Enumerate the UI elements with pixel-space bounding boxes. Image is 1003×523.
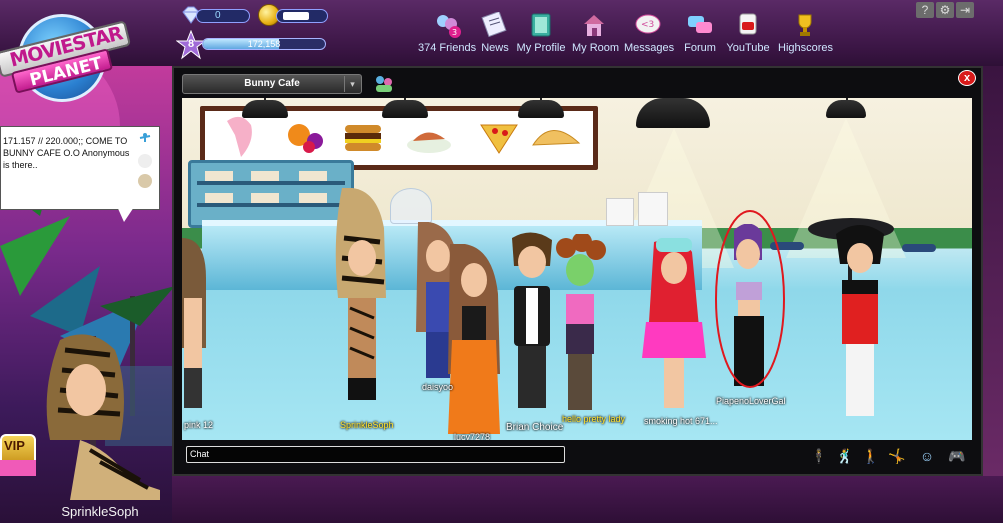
ceiling-lamp-large — [636, 98, 710, 128]
room-close-button[interactable]: x — [958, 70, 976, 86]
action-stand-icon[interactable]: 🕴 — [810, 446, 828, 466]
action-wave-icon[interactable]: 🤸 — [888, 446, 906, 466]
vip-ribbon — [0, 460, 36, 476]
youtube-icon — [734, 12, 762, 38]
nav-forum[interactable]: Forum — [680, 12, 720, 58]
character-name: hello pretty lady — [562, 414, 626, 424]
house-icon — [580, 12, 608, 38]
room-title: Bunny Cafe — [244, 78, 300, 89]
bottom-strip — [172, 476, 1003, 523]
action-emote-icon[interactable]: ☺ — [916, 446, 938, 466]
bunny-cafe-scene[interactable]: pink 12 SprinkleSoph daisyoo lucy7278 Br… — [182, 98, 972, 440]
help-button[interactable]: ? — [916, 2, 934, 18]
svg-text:3: 3 — [452, 28, 457, 37]
character-emo-boy[interactable] — [832, 224, 888, 424]
right-background-scene — [983, 66, 1003, 476]
player-avatar[interactable] — [20, 330, 170, 500]
character-name: lucy7278 — [454, 432, 491, 440]
chat-input[interactable]: Chat — [186, 446, 565, 463]
starcoins-hidden-value — [283, 12, 309, 20]
room-dropdown-button[interactable]: ▾ — [344, 76, 360, 92]
exit-button[interactable]: ⇥ — [956, 2, 974, 18]
nav-messages[interactable]: <3 Messages — [624, 12, 675, 58]
plate-stack — [638, 192, 668, 226]
messages-icon: <3 — [634, 12, 662, 38]
nav-news-label: News — [481, 42, 509, 54]
moviestar-planet-logo[interactable]: MOVIESTAR PLANET — [0, 8, 135, 104]
highlight-circle — [715, 210, 785, 388]
speech-bubble-tail — [116, 204, 136, 222]
player-name: SprinkleSoph — [61, 504, 139, 519]
character-hello-pretty-lady[interactable] — [552, 234, 606, 414]
nav-friends[interactable]: 3 374 Friends — [418, 12, 476, 58]
fame-progress-text: 172,158 — [247, 39, 281, 49]
settings-button[interactable]: ⚙ — [936, 2, 954, 18]
starcoins-counter — [276, 9, 328, 23]
face-icon[interactable] — [138, 154, 152, 168]
ceiling-lamp — [382, 100, 428, 118]
nav-messages-label: Messages — [624, 42, 675, 54]
speech-bubble: 171.157 // 220.000;; COME TO BUNNY CAFE … — [0, 126, 160, 210]
nav-my-room-label: My Room — [572, 42, 620, 54]
nav-youtube[interactable]: YouTube — [726, 12, 770, 58]
ceiling-lamp — [518, 100, 564, 118]
dance-icon[interactable] — [138, 132, 152, 146]
nav-forum-label: Forum — [684, 42, 716, 54]
character-name: PiapenoLoverGal — [716, 396, 786, 406]
nav-news[interactable]: News — [480, 12, 510, 58]
chat-placeholder: Chat — [190, 449, 210, 459]
friends-icon: 3 — [433, 12, 461, 38]
action-game-icon[interactable]: 🎮 — [946, 446, 968, 466]
character-name: pink 12 — [184, 420, 214, 430]
cake-dome — [390, 188, 432, 224]
action-dance-icon[interactable]: 🕺 — [836, 446, 854, 466]
ceiling-lamp — [826, 100, 866, 118]
nav-my-room[interactable]: My Room — [572, 12, 620, 58]
nav-youtube-label: YouTube — [726, 42, 770, 54]
profile-icon — [527, 12, 555, 38]
svg-text:<3: <3 — [641, 20, 654, 30]
pastry-display-case — [188, 160, 354, 228]
action-pose-icon[interactable]: 🚶 — [862, 446, 880, 466]
news-icon — [481, 12, 509, 38]
plate-stack — [606, 198, 634, 226]
speech-bubble-text: 171.157 // 220.000;; COME TO BUNNY CAFE … — [3, 136, 130, 170]
forum-icon — [686, 12, 714, 38]
nav-my-profile[interactable]: My Profile — [516, 12, 566, 58]
character-name: Brian Choice — [506, 422, 564, 433]
room-selector[interactable]: Bunny Cafe — [182, 74, 362, 94]
character-pink12[interactable] — [182, 238, 212, 418]
character-smoking-hot[interactable] — [640, 238, 706, 418]
pet-icon[interactable] — [138, 174, 152, 188]
trophy-icon — [791, 12, 819, 38]
character-brian-choice[interactable] — [506, 232, 558, 412]
character-lucy7278[interactable] — [444, 244, 504, 434]
diamonds-counter: 0 — [196, 9, 250, 23]
ceiling-lamp — [242, 100, 288, 118]
nav-my-profile-label: My Profile — [516, 42, 566, 54]
nav-highscores[interactable]: Highscores — [778, 12, 834, 58]
nav-friends-label: 374 Friends — [418, 42, 477, 54]
character-name: daisyoo — [422, 382, 454, 392]
bar-stool — [902, 244, 936, 252]
character-name: smoking hot 671... — [644, 416, 718, 426]
character-name: SprinkleSoph — [340, 420, 394, 430]
room-friends-icon[interactable] — [372, 74, 396, 94]
nav-highscores-label: Highscores — [778, 42, 834, 54]
character-sprinklesoph[interactable] — [332, 188, 392, 418]
